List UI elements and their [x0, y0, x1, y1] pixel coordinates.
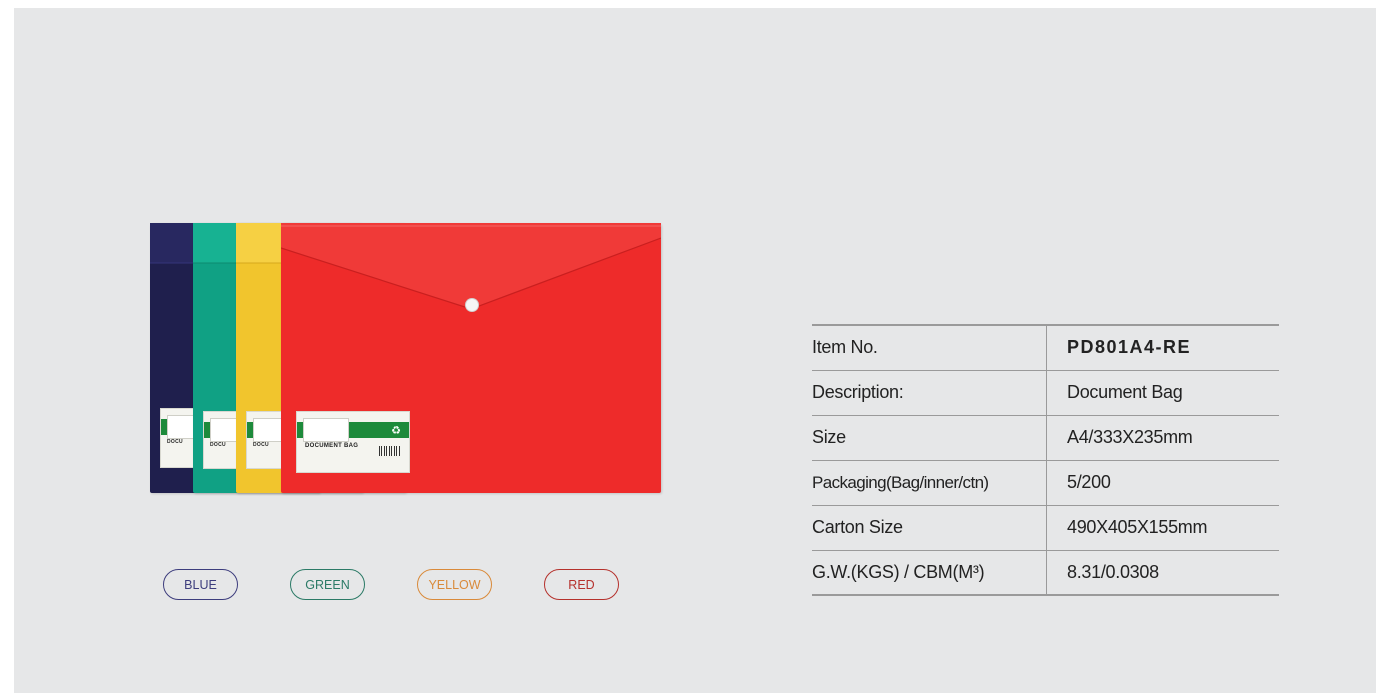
spec-value: 5/200 — [1046, 460, 1279, 506]
folder-label-card: ♻ DOCUMENT BAG — [296, 411, 410, 473]
color-option-red[interactable]: RED — [544, 569, 619, 600]
color-options: BLUE GREEN YELLOW RED — [163, 569, 623, 602]
recycle-icon: ♻ — [391, 425, 401, 437]
barcode-icon — [379, 446, 401, 456]
spec-key: G.W.(KGS) / CBM(M³) — [812, 550, 1047, 596]
color-option-blue[interactable]: BLUE — [163, 569, 238, 600]
red-folder: ♻ DOCUMENT BAG — [281, 223, 661, 493]
table-row: Carton Size 490X405X155mm — [812, 505, 1279, 551]
spec-value: 490X405X155mm — [1046, 505, 1279, 551]
table-row: Size A4/333X235mm — [812, 415, 1279, 461]
table-row: Item No. PD801A4-RE — [812, 324, 1279, 371]
product-image: DOCU DOCU DOCU ♻ DOCUMENT BAG — [150, 213, 662, 497]
table-row: Description: Document Bag — [812, 370, 1279, 416]
color-option-yellow[interactable]: YELLOW — [417, 569, 492, 600]
spec-value: 8.31/0.0308 — [1046, 550, 1279, 596]
spec-key: Carton Size — [812, 505, 1047, 551]
color-option-green[interactable]: GREEN — [290, 569, 365, 600]
spec-value: A4/333X235mm — [1046, 415, 1279, 461]
spec-key: Description: — [812, 370, 1047, 416]
spec-key: Packaging(Bag/inner/ctn) — [812, 460, 1047, 506]
spec-table: Item No. PD801A4-RE Description: Documen… — [812, 324, 1279, 596]
spec-key: Item No. — [812, 324, 1047, 371]
spec-value: Document Bag — [1046, 370, 1279, 416]
table-row: Packaging(Bag/inner/ctn) 5/200 — [812, 460, 1279, 506]
item-number-value: PD801A4-RE — [1046, 324, 1279, 371]
table-row: G.W.(KGS) / CBM(M³) 8.31/0.0308 — [812, 550, 1279, 596]
spec-key: Size — [812, 415, 1047, 461]
snap-button-icon — [466, 299, 478, 311]
